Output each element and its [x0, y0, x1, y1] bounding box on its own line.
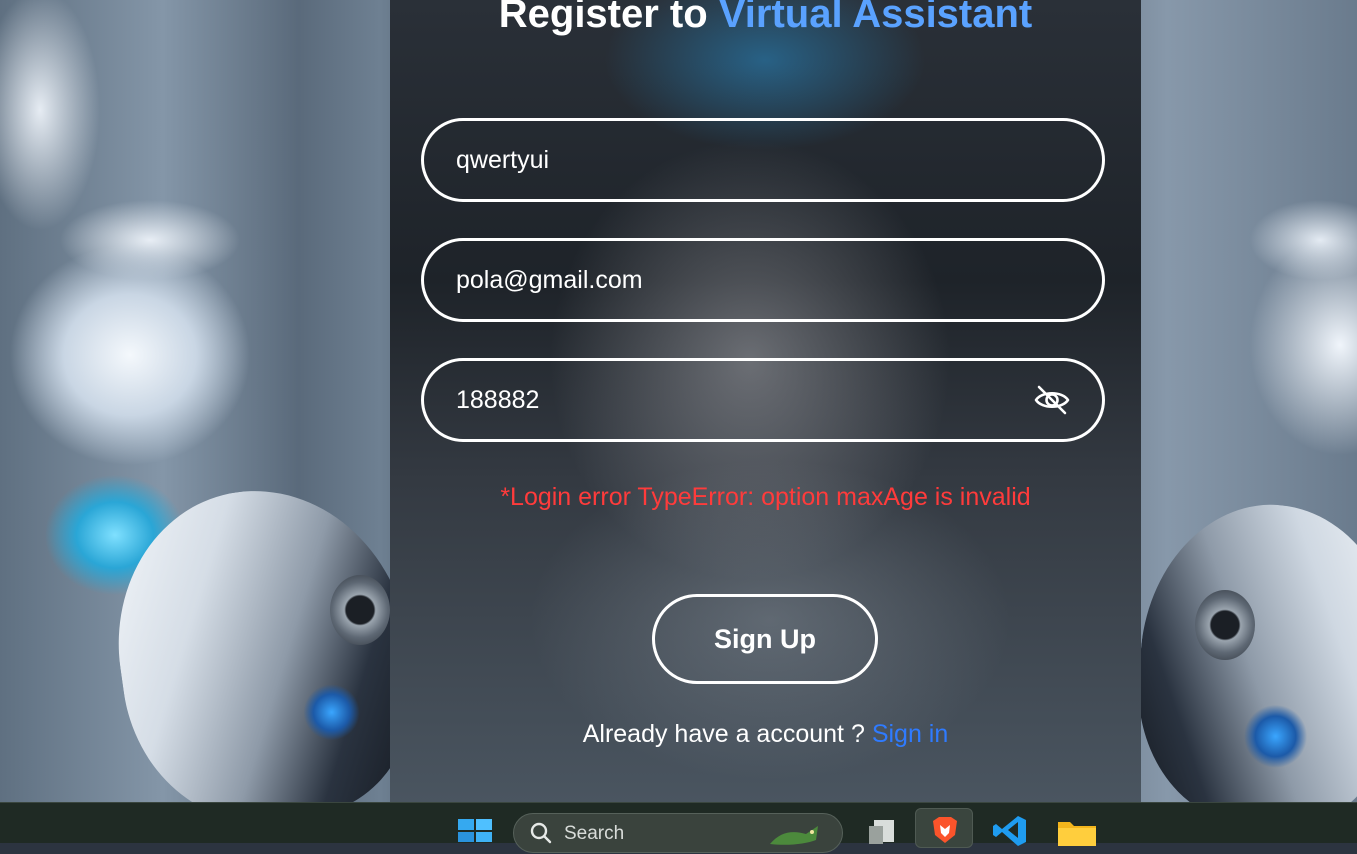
- sign-up-button[interactable]: Sign Up: [652, 594, 878, 684]
- register-card: Register to Virtual Assistant *Login err…: [390, 0, 1141, 802]
- sign-in-link[interactable]: Sign in: [872, 720, 948, 748]
- search-highlight-icon: [770, 826, 818, 845]
- robot-gear-left: [330, 575, 390, 645]
- task-view-icon: [869, 820, 894, 844]
- file-explorer-icon: [1058, 822, 1096, 846]
- username-field[interactable]: [421, 118, 1105, 202]
- error-message: *Login error TypeError: option maxAge is…: [500, 483, 1031, 511]
- username-input[interactable]: [454, 144, 1072, 176]
- brave-browser-icon: [933, 817, 957, 843]
- windows-start-icon[interactable]: [457, 818, 493, 842]
- file-explorer-button[interactable]: [1048, 808, 1106, 848]
- page-title: Register to Virtual Assistant: [390, 0, 1141, 40]
- password-field[interactable]: [421, 358, 1105, 442]
- taskbar-search-box[interactable]: Search: [513, 813, 843, 853]
- password-input[interactable]: [454, 384, 1032, 416]
- task-view-button[interactable]: [852, 808, 910, 848]
- eye-off-icon[interactable]: [1032, 380, 1072, 420]
- robot-gear-right: [1195, 590, 1255, 660]
- brave-browser-button[interactable]: [915, 808, 973, 848]
- vscode-icon: [993, 816, 1026, 846]
- search-icon: [530, 822, 552, 844]
- email-field[interactable]: [421, 238, 1105, 322]
- title-prefix: Register to: [498, 0, 708, 36]
- vscode-button[interactable]: [982, 808, 1040, 848]
- robot-image-left: [98, 471, 432, 802]
- account-prompt-row: Already have a account ? Sign in: [390, 720, 1141, 749]
- title-accent: Virtual Assistant: [718, 0, 1033, 36]
- email-input[interactable]: [454, 264, 1072, 296]
- account-prompt-text: Already have a account ?: [582, 720, 865, 748]
